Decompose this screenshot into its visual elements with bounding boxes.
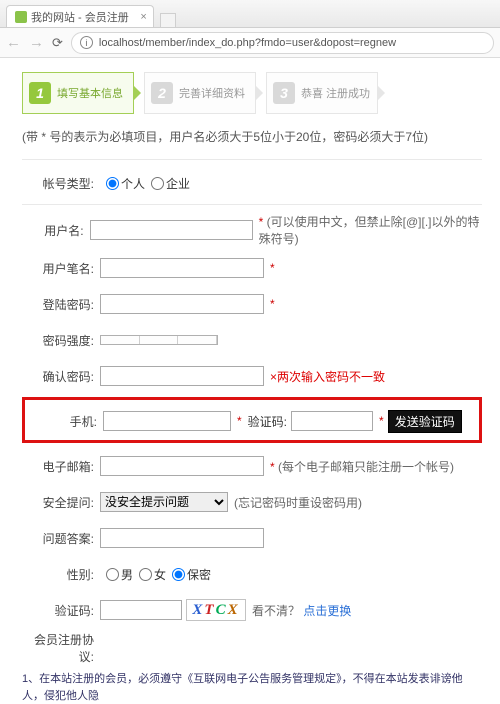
label-confirm-pwd: 确认密码:: [22, 368, 100, 385]
favicon-icon: [15, 11, 27, 23]
username-note: * (可以使用中文，但禁止除[@][.]以外的特殊符号): [259, 213, 482, 247]
radio-personal[interactable]: [106, 177, 119, 190]
radio-female-label[interactable]: 女: [133, 566, 166, 583]
step-2-label: 完善详细资料: [179, 85, 245, 101]
highlight-box: 手机: * 验证码: * 发送验证码: [22, 397, 482, 443]
label-phone: 手机:: [25, 413, 103, 430]
label-question: 安全提问:: [22, 494, 100, 511]
step-1-number-icon: 1: [29, 82, 51, 104]
answer-input[interactable]: [100, 528, 264, 548]
step-2: 2 完善详细资料: [144, 72, 256, 114]
username-input[interactable]: [90, 220, 253, 240]
captcha-input[interactable]: [100, 600, 182, 620]
radio-female[interactable]: [139, 568, 152, 581]
label-nickname: 用户笔名:: [22, 260, 100, 277]
label-terms: 会员注册协议:: [22, 631, 100, 665]
radio-enterprise[interactable]: [151, 177, 164, 190]
tab-title: 我的网站 - 会员注册: [31, 9, 129, 25]
back-icon[interactable]: ←: [6, 34, 21, 51]
password-strength-meter: [100, 335, 218, 345]
reload-icon[interactable]: ⟳: [52, 35, 63, 51]
label-captcha: 验证码:: [22, 602, 100, 619]
phone-star: *: [237, 414, 242, 428]
progress-steps: 1 填写基本信息 2 完善详细资料 3 恭喜 注册成功: [22, 72, 482, 114]
close-icon[interactable]: ×: [140, 11, 146, 23]
sms-code-input[interactable]: [291, 411, 373, 431]
label-email: 电子邮箱:: [22, 458, 100, 475]
radio-enterprise-label[interactable]: 企业: [145, 175, 190, 192]
label-username: 用户名:: [22, 222, 90, 239]
step-1: 1 填写基本信息: [22, 72, 134, 114]
radio-personal-label[interactable]: 个人: [100, 175, 145, 192]
label-answer: 问题答案:: [22, 530, 100, 547]
forward-icon[interactable]: →: [29, 34, 44, 51]
captcha-refresh-link[interactable]: 点击更换: [303, 604, 351, 618]
url-text: localhost/member/index_do.php?fmdo=user&…: [99, 37, 396, 49]
send-sms-button[interactable]: 发送验证码: [388, 410, 462, 433]
sms-star: *: [379, 414, 384, 428]
step-3-number-icon: 3: [273, 82, 295, 104]
captcha-image[interactable]: XTCX: [186, 599, 246, 621]
phone-input[interactable]: [103, 411, 231, 431]
form-hint: (带 * 号的表示为必填项目，用户名必须大于5位小于20位，密码必须大于7位): [22, 128, 482, 147]
password-input[interactable]: [100, 294, 264, 314]
confirm-pwd-error: ×两次输入密码不一致: [270, 368, 385, 385]
question-note: (忘记密码时重设密码用): [234, 494, 362, 511]
radio-secret[interactable]: [172, 568, 185, 581]
info-icon[interactable]: i: [80, 36, 93, 49]
step-2-number-icon: 2: [151, 82, 173, 104]
browser-tab-strip: 我的网站 - 会员注册 ×: [0, 0, 500, 28]
email-input[interactable]: [100, 456, 264, 476]
radio-male-label[interactable]: 男: [100, 566, 133, 583]
label-password: 登陆密码:: [22, 296, 100, 313]
step-1-label: 填写基本信息: [57, 85, 123, 101]
label-gender: 性别:: [22, 566, 100, 583]
nickname-input[interactable]: [100, 258, 264, 278]
address-bar: ← → ⟳ i localhost/member/index_do.php?fm…: [0, 28, 500, 58]
password-star: *: [270, 297, 275, 311]
security-question-select[interactable]: 没安全提示问题: [100, 492, 228, 512]
confirm-password-input[interactable]: [100, 366, 264, 386]
url-input[interactable]: i localhost/member/index_do.php?fmdo=use…: [71, 32, 494, 54]
browser-tab[interactable]: 我的网站 - 会员注册 ×: [6, 5, 154, 27]
label-sms-code: 验证码:: [248, 413, 291, 430]
label-pwd-strength: 密码强度:: [22, 332, 100, 349]
radio-secret-label[interactable]: 保密: [166, 566, 211, 583]
radio-male[interactable]: [106, 568, 119, 581]
step-3-label: 恭喜 注册成功: [301, 85, 370, 101]
email-note: * (每个电子邮箱只能注册一个帐号): [270, 458, 454, 475]
step-3: 3 恭喜 注册成功: [266, 72, 378, 114]
new-tab-button[interactable]: [160, 13, 176, 27]
terms-text: 1、在本站注册的会员，必须遵守《互联网电子公告服务管理规定》，不得在本站发表诽谤…: [22, 671, 482, 704]
label-account-type: 帐号类型:: [22, 175, 100, 192]
nickname-star: *: [270, 261, 275, 275]
captcha-hint: 看不清？ 点击更换: [252, 602, 351, 619]
